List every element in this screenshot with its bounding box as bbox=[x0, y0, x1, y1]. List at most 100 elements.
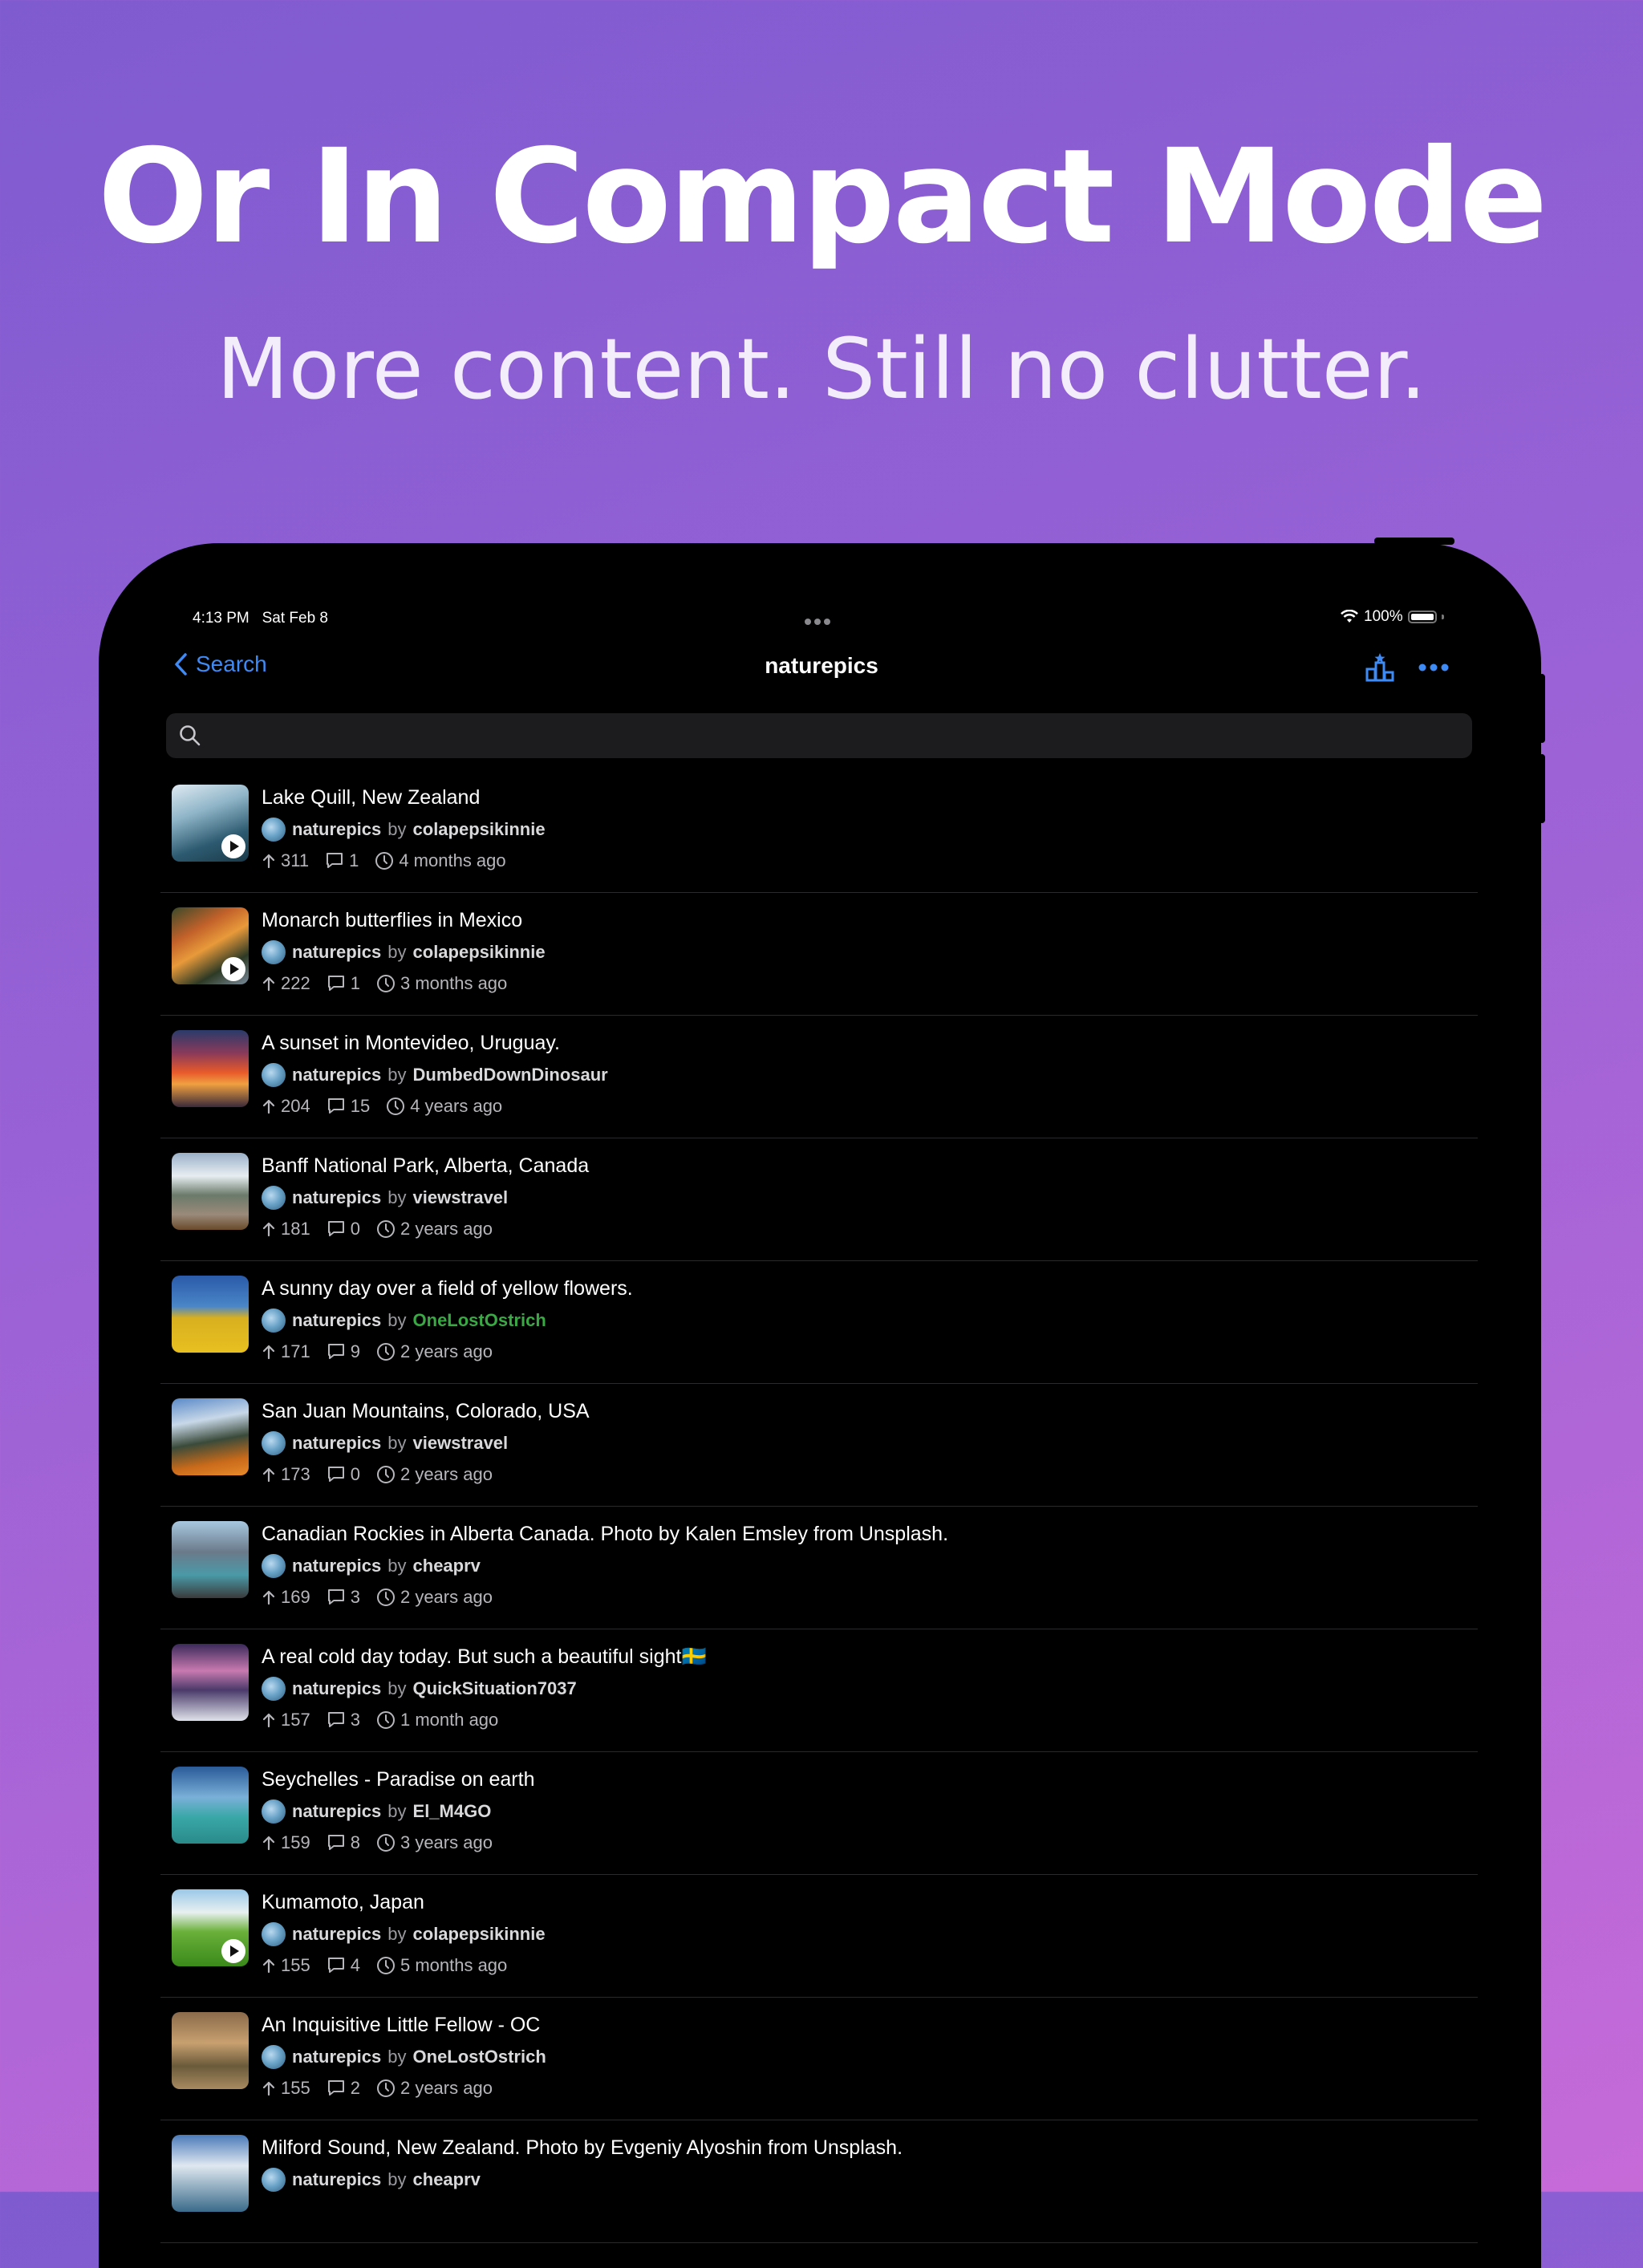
comment-count[interactable]: 3 bbox=[327, 1710, 360, 1730]
author-name[interactable]: OneLostOstrich bbox=[413, 1310, 546, 1331]
post-thumbnail[interactable] bbox=[172, 1153, 249, 1230]
post-row[interactable]: Canadian Rockies in Alberta Canada. Phot… bbox=[160, 1507, 1478, 1629]
author-name[interactable]: cheaprv bbox=[413, 1556, 481, 1576]
subreddit-name[interactable]: naturepics bbox=[292, 942, 381, 963]
post-row[interactable]: Milford Sound, New Zealand. Photo by Evg… bbox=[160, 2120, 1478, 2243]
post-row[interactable]: Kumamoto, Japan naturepics by colapepsikinn… bbox=[160, 1875, 1478, 1998]
comment-count[interactable]: 4 bbox=[327, 1955, 360, 1976]
post-row[interactable]: San Juan Mountains, Colorado, USA naturep… bbox=[160, 1384, 1478, 1507]
subreddit-avatar[interactable] bbox=[262, 818, 286, 842]
comment-count[interactable]: 3 bbox=[327, 1587, 360, 1608]
author-name[interactable]: El_M4GO bbox=[413, 1801, 492, 1822]
upvote-count[interactable]: 157 bbox=[262, 1710, 310, 1730]
comment-value: 9 bbox=[350, 1341, 360, 1361]
multitasking-dots-icon[interactable] bbox=[805, 613, 837, 625]
post-thumbnail[interactable] bbox=[172, 1521, 249, 1598]
author-name[interactable]: DumbedDownDinosaur bbox=[413, 1065, 608, 1085]
upvote-count[interactable]: 181 bbox=[262, 1219, 310, 1239]
search-bar[interactable] bbox=[166, 713, 1472, 760]
post-title[interactable]: A sunset in Montevideo, Uruguay. bbox=[262, 1032, 560, 1055]
subreddit-avatar[interactable] bbox=[262, 1922, 286, 1946]
post-thumbnail[interactable] bbox=[172, 907, 249, 984]
comment-count[interactable]: 8 bbox=[327, 1832, 360, 1853]
subreddit-name[interactable]: naturepics bbox=[292, 2047, 381, 2067]
subreddit-name[interactable]: naturepics bbox=[292, 1678, 381, 1699]
comment-count[interactable]: 2 bbox=[327, 2078, 360, 2099]
author-name[interactable]: viewstravel bbox=[413, 1187, 509, 1208]
post-row[interactable]: Lake Quill, New Zealand naturepics by colap… bbox=[160, 770, 1478, 893]
post-title[interactable]: An Inquisitive Little Fellow - OC bbox=[262, 2014, 540, 2037]
subreddit-name[interactable]: naturepics bbox=[292, 1310, 381, 1331]
post-thumbnail[interactable] bbox=[172, 1398, 249, 1475]
subreddit-avatar[interactable] bbox=[262, 2045, 286, 2069]
post-title[interactable]: Milford Sound, New Zealand. Photo by Evg… bbox=[262, 2136, 903, 2160]
post-row[interactable]: A sunny day over a field of yellow flowe… bbox=[160, 1261, 1478, 1384]
post-row[interactable]: An Inquisitive Little Fellow - OC naturep… bbox=[160, 1998, 1478, 2120]
comment-count[interactable]: 0 bbox=[327, 1464, 360, 1485]
subreddit-name[interactable]: naturepics bbox=[292, 1433, 381, 1454]
post-thumbnail[interactable] bbox=[172, 2012, 249, 2089]
subreddit-name[interactable]: naturepics bbox=[292, 819, 381, 840]
post-row[interactable]: Seychelles - Paradise on earth naturepics… bbox=[160, 1752, 1478, 1875]
leaderboard-icon[interactable] bbox=[1364, 651, 1396, 684]
comment-count[interactable]: 0 bbox=[327, 1219, 360, 1239]
author-name[interactable]: OneLostOstrich bbox=[413, 2047, 546, 2067]
post-title[interactable]: Banff National Park, Alberta, Canada bbox=[262, 1154, 589, 1178]
post-row[interactable]: A real cold day today. But such a beauti… bbox=[160, 1629, 1478, 1752]
author-name[interactable]: colapepsikinnie bbox=[413, 942, 546, 963]
subreddit-avatar[interactable] bbox=[262, 1799, 286, 1824]
upvote-count[interactable]: 204 bbox=[262, 1096, 310, 1117]
post-thumbnail[interactable] bbox=[172, 1276, 249, 1353]
subreddit-avatar[interactable] bbox=[262, 1677, 286, 1701]
post-row[interactable]: A sunset in Montevideo, Uruguay. naturepi… bbox=[160, 1016, 1478, 1138]
post-thumbnail[interactable] bbox=[172, 1767, 249, 1844]
upvote-count[interactable]: 222 bbox=[262, 973, 310, 994]
upvote-count[interactable]: 169 bbox=[262, 1587, 310, 1608]
post-title[interactable]: Canadian Rockies in Alberta Canada. Phot… bbox=[262, 1523, 948, 1546]
subreddit-avatar[interactable] bbox=[262, 1186, 286, 1210]
author-name[interactable]: colapepsikinnie bbox=[413, 819, 546, 840]
subreddit-avatar[interactable] bbox=[262, 1554, 286, 1578]
subreddit-name[interactable]: naturepics bbox=[292, 1556, 381, 1576]
upvote-count[interactable]: 155 bbox=[262, 1955, 310, 1976]
comment-count[interactable]: 15 bbox=[327, 1096, 370, 1117]
subreddit-avatar[interactable] bbox=[262, 940, 286, 964]
upvote-count[interactable]: 155 bbox=[262, 2078, 310, 2099]
author-name[interactable]: viewstravel bbox=[413, 1433, 509, 1454]
subreddit-name[interactable]: naturepics bbox=[292, 1924, 381, 1945]
post-title[interactable]: Seychelles - Paradise on earth bbox=[262, 1768, 534, 1791]
comment-count[interactable]: 1 bbox=[327, 973, 360, 994]
search-input[interactable] bbox=[211, 713, 1450, 760]
post-title[interactable]: A sunny day over a field of yellow flowe… bbox=[262, 1277, 633, 1300]
author-name[interactable]: cheaprv bbox=[413, 2169, 481, 2190]
post-title[interactable]: San Juan Mountains, Colorado, USA bbox=[262, 1400, 590, 1423]
comment-count[interactable]: 1 bbox=[325, 850, 359, 871]
post-thumbnail[interactable] bbox=[172, 785, 249, 862]
upvote-count[interactable]: 173 bbox=[262, 1464, 310, 1485]
post-row[interactable]: Banff National Park, Alberta, Canada natu… bbox=[160, 1138, 1478, 1261]
author-name[interactable]: QuickSituation7037 bbox=[413, 1678, 577, 1699]
subreddit-name[interactable]: naturepics bbox=[292, 1065, 381, 1085]
subreddit-name[interactable]: naturepics bbox=[292, 1801, 381, 1822]
subreddit-avatar[interactable] bbox=[262, 2168, 286, 2192]
subreddit-name[interactable]: naturepics bbox=[292, 1187, 381, 1208]
post-title[interactable]: Kumamoto, Japan bbox=[262, 1891, 424, 1914]
post-row[interactable]: Monarch butterflies in Mexico naturepics b… bbox=[160, 893, 1478, 1016]
upvote-count[interactable]: 311 bbox=[262, 850, 309, 871]
upvote-count[interactable]: 159 bbox=[262, 1832, 310, 1853]
post-title[interactable]: A real cold day today. But such a beauti… bbox=[262, 1645, 707, 1669]
subreddit-avatar[interactable] bbox=[262, 1063, 286, 1087]
post-title[interactable]: Lake Quill, New Zealand bbox=[262, 786, 480, 809]
upvote-count[interactable]: 171 bbox=[262, 1341, 310, 1362]
post-thumbnail[interactable] bbox=[172, 1889, 249, 1966]
ellipsis-icon[interactable] bbox=[1418, 663, 1449, 672]
post-thumbnail[interactable] bbox=[172, 1030, 249, 1107]
post-thumbnail[interactable] bbox=[172, 1644, 249, 1721]
subreddit-avatar[interactable] bbox=[262, 1431, 286, 1455]
author-name[interactable]: colapepsikinnie bbox=[413, 1924, 546, 1945]
comment-count[interactable]: 9 bbox=[327, 1341, 360, 1362]
subreddit-name[interactable]: naturepics bbox=[292, 2169, 381, 2190]
post-thumbnail[interactable] bbox=[172, 2135, 249, 2212]
subreddit-avatar[interactable] bbox=[262, 1308, 286, 1333]
post-title[interactable]: Monarch butterflies in Mexico bbox=[262, 909, 522, 932]
